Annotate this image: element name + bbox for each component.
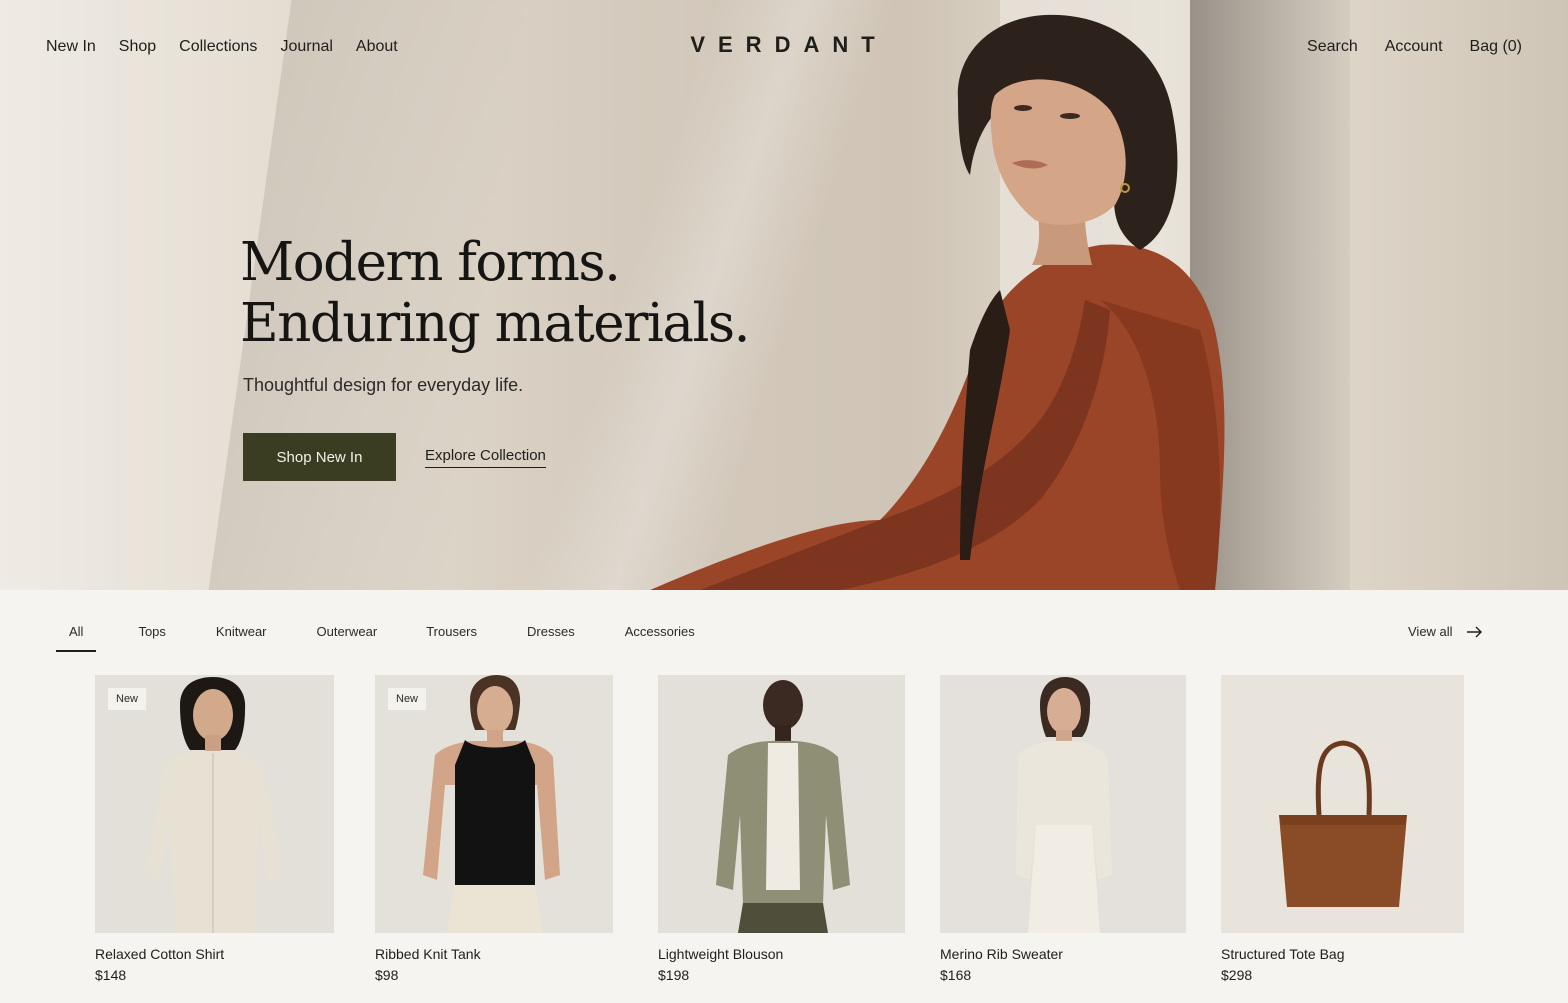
product-card[interactable]: Merino Rib Sweater $168 (940, 675, 1186, 983)
utility-nav: Search Account Bag (0) (1280, 36, 1522, 58)
product-card[interactable]: New Relaxed Cotton Shirt $148 (95, 675, 334, 983)
product-name[interactable]: Lightweight Blouson (658, 946, 905, 962)
tab-tops[interactable]: Tops (125, 616, 178, 652)
arrow-right-icon (1466, 626, 1482, 637)
account-link[interactable]: Account (1385, 36, 1443, 58)
product-card[interactable]: Lightweight Blouson $198 (658, 675, 905, 983)
product-name[interactable]: Ribbed Knit Tank (375, 946, 613, 962)
search-link[interactable]: Search (1307, 36, 1358, 58)
product-price: $298 (1221, 967, 1253, 983)
new-badge: New (388, 688, 427, 710)
tab-all[interactable]: All (56, 616, 97, 652)
product-price: $148 (95, 967, 127, 983)
product-image[interactable] (658, 675, 905, 933)
tab-outerwear[interactable]: Outerwear (304, 616, 391, 652)
product-card[interactable]: Structured Tote Bag $298 (1221, 675, 1464, 983)
product-image[interactable] (1221, 675, 1464, 933)
bag-link[interactable]: Bag (0) (1470, 36, 1522, 58)
product-image[interactable] (940, 675, 1186, 933)
tab-trousers[interactable]: Trousers (413, 616, 490, 652)
product-image[interactable]: New (95, 675, 334, 933)
hero-subline: Thoughtful design for everyday life. (243, 375, 524, 395)
shop-new-in-button[interactable]: Shop New In (243, 433, 396, 481)
blouson-model-image (716, 680, 850, 933)
product-name[interactable]: Merino Rib Sweater (940, 946, 1186, 962)
product-image[interactable]: New (375, 675, 613, 933)
new-badge: New (108, 688, 147, 710)
tote-bag-image (1279, 740, 1407, 907)
product-name[interactable]: Relaxed Cotton Shirt (95, 946, 334, 962)
tank-model-image (423, 675, 560, 933)
product-price: $98 (375, 967, 399, 983)
hero-banner: New In Shop Collections Journal About VE… (0, 0, 1568, 590)
product-price: $198 (658, 967, 690, 983)
tab-dresses[interactable]: Dresses (514, 616, 588, 652)
hero-headline: Modern forms. Enduring materials. (240, 232, 750, 354)
view-all-label: View all (1408, 624, 1453, 639)
product-price: $168 (940, 967, 972, 983)
headline-line-2: Enduring materials. (240, 293, 750, 354)
view-all-link[interactable]: View all (1408, 624, 1483, 639)
tab-accessories[interactable]: Accessories (612, 616, 708, 652)
headline-line-1: Modern forms. (240, 232, 621, 293)
sweater-model-image (1016, 677, 1112, 933)
shirt-model-image (145, 677, 283, 933)
product-card[interactable]: New Ribbed Knit Tank $98 (375, 675, 613, 983)
explore-collection-link[interactable]: Explore Collection (425, 447, 546, 468)
product-name[interactable]: Structured Tote Bag (1221, 946, 1464, 962)
tab-knitwear[interactable]: Knitwear (203, 616, 280, 652)
category-tabs: All Tops Knitwear Outerwear Trousers Dre… (56, 616, 708, 652)
